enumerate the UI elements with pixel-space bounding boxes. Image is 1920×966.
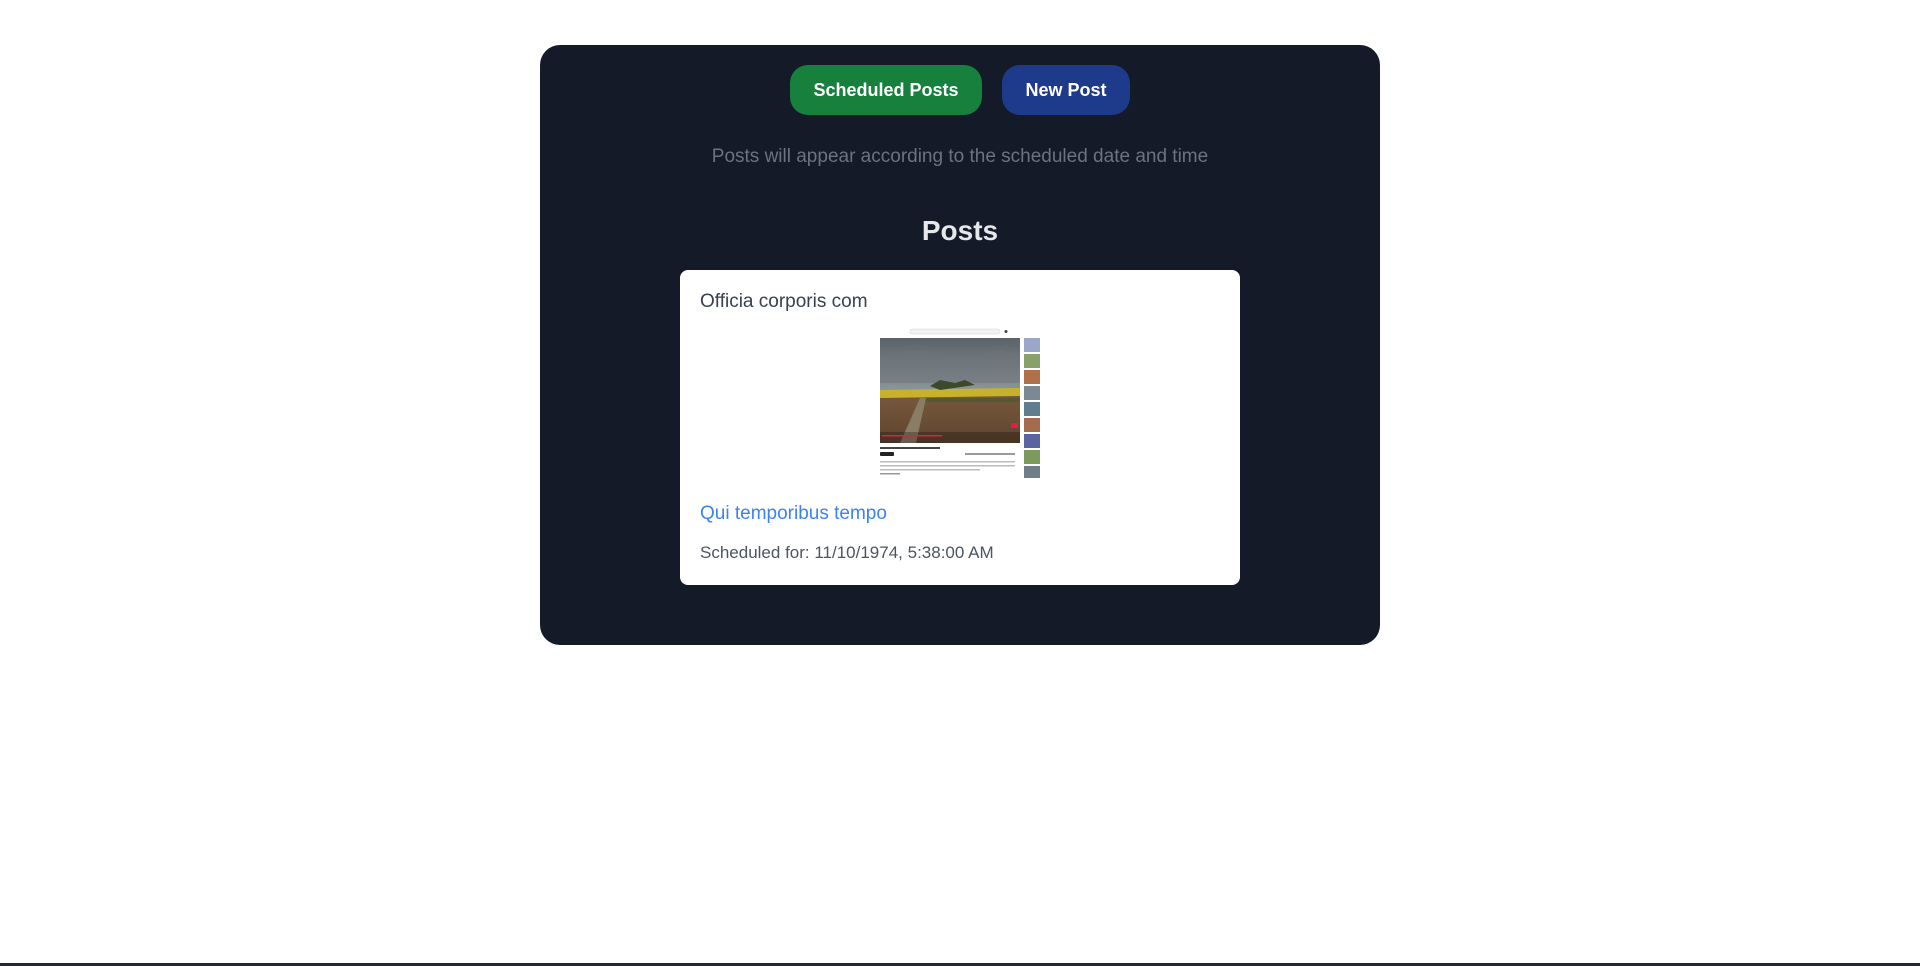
post-schedule: Scheduled for: 11/10/1974, 5:38:00 AM — [700, 543, 994, 562]
toolbar: Scheduled Posts New Post — [540, 65, 1380, 115]
posts-heading: Posts — [921, 215, 999, 246]
scheduled-posts-button[interactable]: Scheduled Posts — [790, 65, 982, 115]
schedule-hint: Posts will appear according to the sched… — [711, 146, 1209, 167]
new-post-button[interactable]: New Post — [1002, 65, 1130, 115]
post-image[interactable] — [880, 328, 1040, 478]
post-text: Officia corporis com — [700, 291, 868, 312]
post-card: Officia corporis com Qui temporibus temp… — [680, 270, 1240, 585]
main-panel: Scheduled Posts New Post Posts will appe… — [540, 45, 1380, 645]
post-link[interactable]: Qui temporibus tempo — [700, 502, 887, 526]
